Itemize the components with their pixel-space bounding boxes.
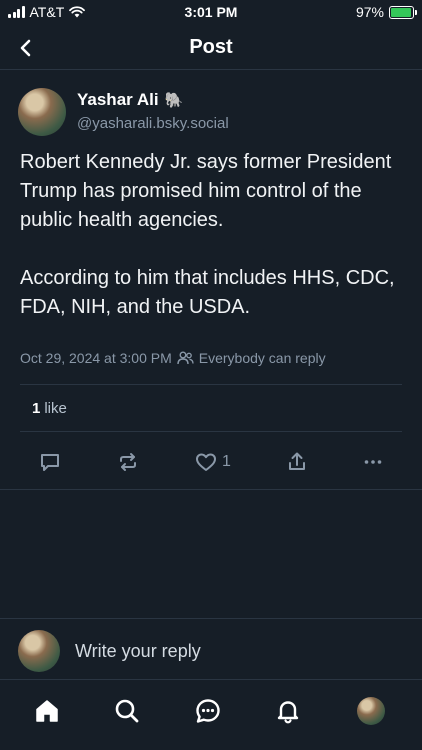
- battery-percent: 97%: [355, 4, 384, 20]
- user-avatar: [18, 630, 60, 672]
- page-title: Post: [189, 36, 233, 58]
- heart-icon: [196, 453, 216, 471]
- bell-icon: [277, 701, 299, 724]
- like-count: 1: [222, 453, 231, 470]
- author-emoji: 🐘: [164, 92, 184, 109]
- battery-fill: [391, 7, 412, 17]
- comment-icon: [41, 454, 59, 471]
- reply-button[interactable]: [38, 448, 62, 476]
- post: Yashar Ali 🐘 @yasharali.bsky.social Robe…: [0, 70, 422, 490]
- profile-avatar: [357, 697, 385, 725]
- people-icon: [177, 351, 194, 365]
- likes-row[interactable]: 1 like: [20, 384, 402, 432]
- reply-composer[interactable]: Write your reply: [0, 618, 422, 680]
- repost-button[interactable]: [116, 448, 140, 476]
- status-bar: AT&T 3:01 PM 97%: [0, 0, 422, 26]
- share-button[interactable]: [285, 448, 309, 476]
- search-icon: [115, 699, 139, 723]
- likes-text: 1 like: [32, 400, 67, 417]
- tab-search[interactable]: [111, 695, 143, 727]
- more-options-button[interactable]: [361, 448, 385, 476]
- tab-chat[interactable]: [192, 695, 224, 727]
- author-name: Yashar Ali: [77, 90, 159, 109]
- ellipsis-icon: [364, 460, 382, 464]
- tab-home[interactable]: [31, 695, 63, 727]
- likes-count: 1: [32, 400, 41, 417]
- like-button[interactable]: 1: [194, 448, 231, 476]
- tab-bar: [0, 681, 422, 750]
- reply-setting[interactable]: Everybody can reply: [199, 350, 326, 366]
- post-text: Robert Kennedy Jr. says former President…: [20, 151, 395, 318]
- tab-notifications[interactable]: [272, 695, 304, 727]
- repost-icon: [120, 453, 136, 471]
- post-actions: 1: [0, 448, 422, 478]
- status-right: 97%: [355, 4, 417, 20]
- post-meta: Oct 29, 2024 at 3:00 PM Everybody can re…: [20, 350, 326, 366]
- post-header: Post: [0, 26, 422, 70]
- reply-input[interactable]: Write your reply: [75, 641, 201, 662]
- home-icon: [36, 700, 58, 722]
- author-handle[interactable]: @yasharali.bsky.social: [77, 115, 229, 132]
- author-avatar[interactable]: [18, 88, 66, 136]
- chat-icon: [196, 699, 220, 723]
- author-name-row[interactable]: Yashar Ali 🐘: [77, 90, 183, 110]
- post-timestamp: Oct 29, 2024 at 3:00 PM: [20, 350, 172, 366]
- tab-profile[interactable]: [355, 695, 387, 727]
- likes-label: like: [44, 400, 67, 417]
- battery-icon: [389, 5, 417, 19]
- share-icon: [289, 452, 305, 470]
